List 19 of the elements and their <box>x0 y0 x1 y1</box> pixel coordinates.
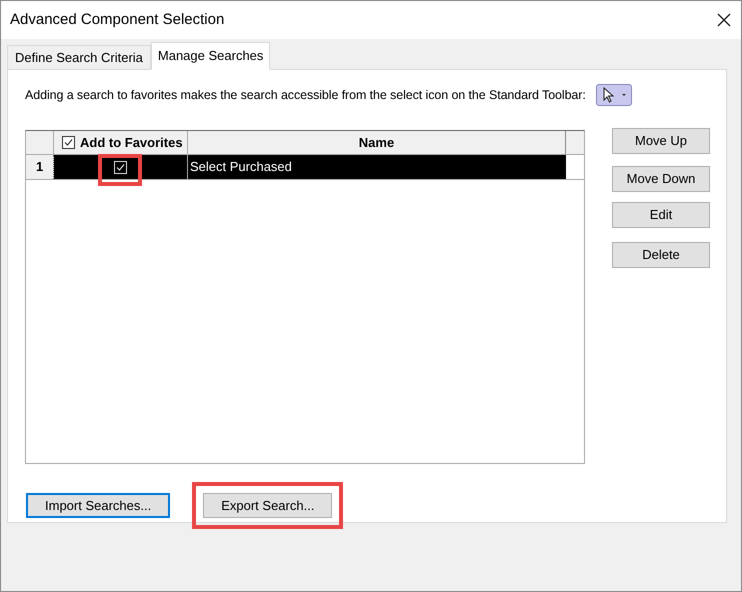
cursor-arrow-icon <box>602 87 615 103</box>
checkbox[interactable] <box>62 136 75 149</box>
close-icon[interactable] <box>717 13 731 27</box>
window-title: Advanced Component Selection <box>10 10 224 30</box>
select-tool-button[interactable] <box>596 84 632 106</box>
dropdown-caret-icon <box>620 93 627 97</box>
action-button[interactable]: Delete <box>612 242 710 268</box>
tab[interactable]: Manage Searches <box>150 42 270 70</box>
action-button[interactable]: Edit <box>612 202 710 228</box>
column-header[interactable]: Add to Favorites <box>54 131 188 154</box>
action-button[interactable]: Export Search... <box>203 493 332 518</box>
action-button[interactable]: Move Down <box>612 166 710 192</box>
info-text: Adding a search to favorites makes the search accessible from the select icon on the Standard Toolbar: <box>25 86 586 104</box>
tab[interactable]: Define Search Criteria <box>7 45 151 69</box>
action-button[interactable]: Move Up <box>612 128 710 154</box>
column-header[interactable]: Name <box>188 131 566 154</box>
row-number: 1 <box>26 155 54 179</box>
action-button[interactable]: Import Searches... <box>26 493 170 518</box>
table-cell: Select Purchased <box>188 155 566 179</box>
